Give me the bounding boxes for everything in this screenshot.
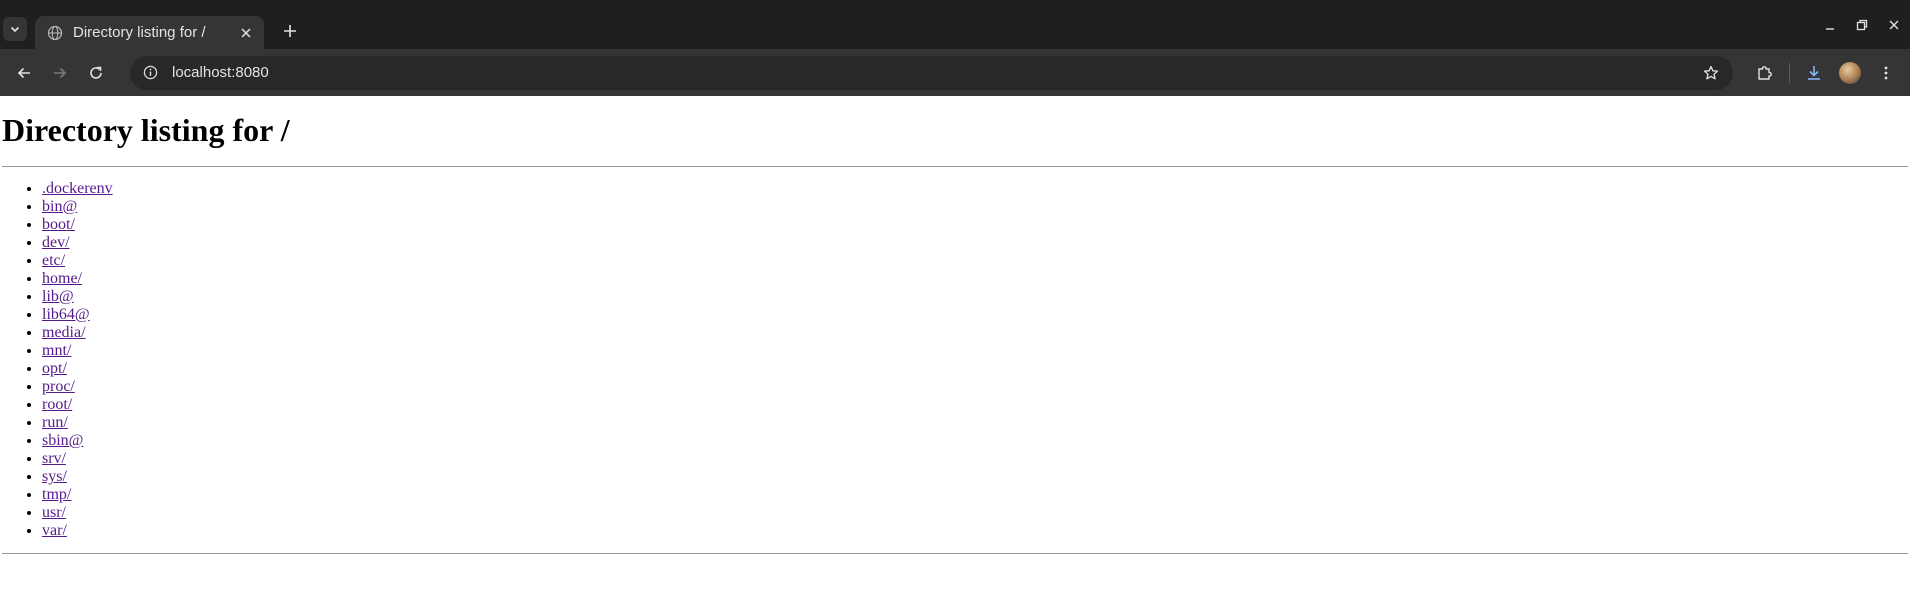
directory-entry-link[interactable]: var/ <box>42 522 67 539</box>
download-icon <box>1808 65 1820 80</box>
list-item: usr/ <box>42 504 1908 522</box>
list-item: srv/ <box>42 450 1908 468</box>
page-title: Directory listing for / <box>2 112 290 148</box>
browser-toolbar <box>0 49 1910 96</box>
list-item: sbin@ <box>42 432 1908 450</box>
directory-entry-link[interactable]: tmp/ <box>42 486 71 503</box>
directory-entry-link[interactable]: run/ <box>42 414 68 431</box>
list-item: proc/ <box>42 378 1908 396</box>
avatar <box>1839 61 1861 84</box>
menu-button[interactable] <box>1868 55 1904 91</box>
tab-bar: Directory listing for / <box>0 10 1910 49</box>
page-content: Directory listing for / .dockerenvbin@bo… <box>0 112 1910 554</box>
bottom-divider <box>2 553 1908 554</box>
title-strip <box>0 0 1910 10</box>
arrow-right-icon <box>54 67 67 78</box>
list-item: dev/ <box>42 234 1908 252</box>
directory-entry-link[interactable]: proc/ <box>42 378 75 395</box>
kebab-menu-icon <box>1884 66 1888 79</box>
directory-entry-link[interactable]: bin@ <box>42 198 77 215</box>
directory-entry-link[interactable]: .dockerenv <box>42 180 113 197</box>
directory-entry-link[interactable]: media/ <box>42 324 86 341</box>
star-icon <box>1703 65 1719 79</box>
directory-entry-link[interactable]: srv/ <box>42 450 66 467</box>
restore-icon <box>1856 19 1868 31</box>
list-item: sys/ <box>42 468 1908 486</box>
directory-entry-link[interactable]: mnt/ <box>42 342 71 359</box>
directory-entry-link[interactable]: opt/ <box>42 360 67 377</box>
list-item: root/ <box>42 396 1908 414</box>
tab-title: Directory listing for / <box>73 24 206 41</box>
directory-entry-link[interactable]: boot/ <box>42 216 75 233</box>
tab-search-button[interactable] <box>3 17 27 41</box>
site-info-button[interactable] <box>138 61 162 85</box>
downloads-button[interactable] <box>1796 55 1832 91</box>
directory-listing: .dockerenvbin@boot/dev/etc/home/lib@lib6… <box>2 180 1908 540</box>
minimize-icon <box>1826 28 1834 30</box>
directory-entry-link[interactable]: usr/ <box>42 504 66 521</box>
chevron-down-icon <box>10 26 20 33</box>
list-item: var/ <box>42 522 1908 540</box>
reload-button[interactable] <box>78 55 114 91</box>
list-item: tmp/ <box>42 486 1908 504</box>
reload-icon <box>90 66 102 79</box>
directory-entry-link[interactable]: root/ <box>42 396 72 413</box>
address-bar[interactable] <box>130 55 1733 90</box>
window-controls <box>1814 10 1910 40</box>
close-icon <box>1889 20 1899 30</box>
list-item: .dockerenv <box>42 180 1908 198</box>
tab-active[interactable]: Directory listing for / <box>35 16 264 49</box>
profile-button[interactable] <box>1832 55 1868 91</box>
puzzle-icon <box>1758 65 1772 80</box>
toolbar-separator <box>1789 62 1790 83</box>
back-button[interactable] <box>6 55 42 91</box>
list-item: media/ <box>42 324 1908 342</box>
list-item: bin@ <box>42 198 1908 216</box>
list-item: mnt/ <box>42 342 1908 360</box>
window-close-button[interactable] <box>1878 10 1910 40</box>
minimize-button[interactable] <box>1814 10 1846 40</box>
top-divider <box>2 166 1908 167</box>
list-item: lib64@ <box>42 306 1908 324</box>
directory-entry-link[interactable]: lib64@ <box>42 306 90 323</box>
info-icon <box>143 65 157 80</box>
list-item: home/ <box>42 270 1908 288</box>
list-item: run/ <box>42 414 1908 432</box>
arrow-left-icon <box>17 67 30 78</box>
directory-entry-link[interactable]: sys/ <box>42 468 67 485</box>
directory-entry-link[interactable]: sbin@ <box>42 432 83 449</box>
url-input[interactable] <box>170 63 1699 82</box>
directory-entry-link[interactable]: etc/ <box>42 252 65 269</box>
bookmark-button[interactable] <box>1699 61 1723 85</box>
directory-entry-link[interactable]: home/ <box>42 270 82 287</box>
list-item: lib@ <box>42 288 1908 306</box>
close-icon <box>241 27 251 38</box>
tab-close-button[interactable] <box>236 23 256 43</box>
directory-entry-link[interactable]: lib@ <box>42 288 74 305</box>
directory-entry-link[interactable]: dev/ <box>42 234 70 251</box>
forward-button[interactable] <box>42 55 78 91</box>
extensions-button[interactable] <box>1747 55 1783 91</box>
globe-icon <box>47 25 63 40</box>
list-item: etc/ <box>42 252 1908 270</box>
restore-button[interactable] <box>1846 10 1878 40</box>
list-item: boot/ <box>42 216 1908 234</box>
new-tab-button[interactable] <box>276 17 304 45</box>
plus-icon <box>284 25 296 37</box>
list-item: opt/ <box>42 360 1908 378</box>
browser-chrome: Directory listing for / <box>0 0 1910 96</box>
